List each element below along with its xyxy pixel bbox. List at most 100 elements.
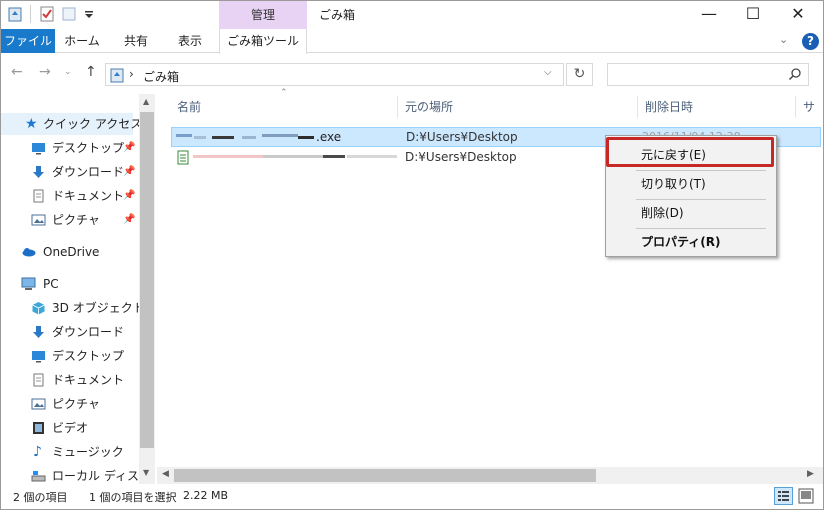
column-divider[interactable] <box>637 96 638 118</box>
column-divider[interactable] <box>795 96 796 118</box>
address-dropdown-icon[interactable]: ⌵ <box>544 67 552 78</box>
column-header-name[interactable]: 名前 <box>177 94 201 120</box>
video-icon <box>33 422 44 434</box>
expand-ribbon-icon[interactable]: ⌄ <box>779 33 788 46</box>
sidebar-item-documents-pc[interactable]: ドキュメント <box>1 369 139 391</box>
column-divider[interactable] <box>397 96 398 118</box>
maximize-button[interactable]: ☐ <box>731 1 775 29</box>
document-icon <box>33 189 44 203</box>
redacted-text <box>194 136 206 139</box>
highlight-box <box>606 137 774 167</box>
manage-context-tab[interactable]: 管理 <box>219 1 307 29</box>
redacted-text <box>323 155 345 158</box>
tab-recycle-bin-tools[interactable]: ごみ箱ツール <box>219 29 307 54</box>
file-name-extension: .exe <box>316 130 342 144</box>
menu-separator <box>636 199 766 200</box>
breadcrumb[interactable]: ごみ箱 <box>143 68 179 85</box>
large-icons-view-icon[interactable] <box>798 488 814 504</box>
sidebar-item-documents[interactable]: ドキュメント 📌 <box>1 185 139 207</box>
redacted-text <box>242 136 256 139</box>
column-header-size[interactable]: サイ <box>803 94 823 140</box>
customize-toolbar-icon[interactable] <box>81 6 97 22</box>
sidebar-item-onedrive[interactable]: OneDrive <box>1 241 139 263</box>
sidebar-item-3d-objects[interactable]: 3D オブジェクト <box>1 297 145 319</box>
redacted-text <box>263 155 323 158</box>
computer-icon <box>21 277 36 290</box>
download-icon <box>33 166 44 178</box>
search-icon <box>788 68 801 81</box>
search-input[interactable] <box>607 63 809 86</box>
file-icon <box>176 134 192 137</box>
tab-view[interactable]: 表示 <box>165 29 215 53</box>
forward-arrow-icon[interactable]: → <box>39 64 51 80</box>
redacted-text <box>212 136 234 139</box>
sidebar-item-music[interactable]: ♪ ミュージック <box>1 441 139 463</box>
horizontal-scrollbar[interactable]: ◀ ▶ <box>157 467 823 484</box>
column-header-date-deleted[interactable]: 削除日時 <box>645 94 693 120</box>
file-original-location: D:¥Users¥Desktop <box>406 130 518 144</box>
recycle-bin-icon <box>110 68 124 83</box>
picture-icon <box>31 398 46 410</box>
properties-icon[interactable] <box>39 6 55 22</box>
details-view-icon <box>778 491 789 501</box>
sidebar-item-quick-access[interactable]: ★ クイック アクセス <box>1 113 142 135</box>
redacted-text <box>347 155 397 158</box>
new-folder-icon[interactable] <box>61 6 77 22</box>
title-bar: 管理 ごみ箱 — ☐ ✕ <box>1 1 823 29</box>
sidebar-item-pictures-pc[interactable]: ピクチャ <box>1 393 139 415</box>
tab-share[interactable]: 共有 <box>111 29 161 53</box>
sidebar-item-desktop-pc[interactable]: デスクトップ <box>1 345 139 367</box>
explorer-window: 管理 ごみ箱 — ☐ ✕ ファイル ホーム 共有 表示 ごみ箱ツール ⌄ ? ←… <box>0 0 824 510</box>
sidebar-scrollbar-thumb[interactable] <box>140 112 154 448</box>
toolbar-separator <box>30 5 31 23</box>
file-original-location: D:¥Users¥Desktop <box>405 150 517 164</box>
menu-item-properties[interactable]: プロパティ(R) <box>607 231 775 253</box>
item-count: 2 個の項目 <box>13 491 68 504</box>
refresh-button[interactable]: ↻ <box>566 63 593 86</box>
recycle-bin-icon[interactable] <box>7 6 23 22</box>
close-button[interactable]: ✕ <box>776 1 820 29</box>
sidebar-item-pictures[interactable]: ピクチャ 📌 <box>1 209 139 231</box>
up-arrow-icon[interactable]: ↑ <box>85 64 97 80</box>
back-arrow-icon[interactable]: ← <box>11 64 23 80</box>
pin-icon: 📌 <box>123 142 136 153</box>
text-file-icon <box>177 150 189 165</box>
cube-icon <box>32 302 45 315</box>
recent-locations-icon[interactable]: ⌄ <box>64 67 72 77</box>
sidebar-item-pc[interactable]: PC <box>1 273 139 295</box>
sidebar-item-downloads-pc[interactable]: ダウンロード <box>1 321 139 343</box>
music-icon: ♪ <box>33 444 42 460</box>
help-icon[interactable]: ? <box>802 33 819 50</box>
menu-separator <box>636 228 766 229</box>
sidebar-item-desktop[interactable]: デスクトップ 📌 <box>1 137 139 159</box>
redacted-text <box>298 136 314 139</box>
minimize-button[interactable]: — <box>687 1 731 29</box>
breadcrumb-separator-icon[interactable]: › <box>129 67 134 81</box>
sidebar-item-downloads[interactable]: ダウンロード 📌 <box>1 161 139 183</box>
horizontal-scrollbar-thumb[interactable] <box>174 469 596 482</box>
scroll-right-icon[interactable]: ▶ <box>807 469 814 479</box>
redacted-text <box>193 155 263 158</box>
address-bar[interactable]: › ごみ箱 ⌵ <box>105 63 564 86</box>
selection-count: 1 個の項目を選択 <box>89 491 177 504</box>
window-title: ごみ箱 <box>319 8 356 22</box>
column-header-original-location[interactable]: 元の場所 <box>405 94 453 120</box>
pin-icon: 📌 <box>123 214 136 225</box>
status-bar: 2 個の項目 1 個の項目を選択 2.22 MB <box>1 484 823 509</box>
menu-separator <box>636 170 766 171</box>
star-icon: ★ <box>25 116 38 132</box>
menu-item-cut[interactable]: 切り取り(T) <box>607 173 775 195</box>
tab-file[interactable]: ファイル <box>1 29 55 53</box>
menu-item-delete[interactable]: 削除(D) <box>607 202 775 224</box>
redacted-text <box>262 134 298 137</box>
sidebar-item-videos[interactable]: ビデオ <box>1 417 139 439</box>
picture-icon <box>31 214 46 226</box>
sort-ascending-icon: ⌃ <box>280 88 288 98</box>
details-view-button[interactable] <box>774 487 793 505</box>
tab-home[interactable]: ホーム <box>57 29 107 53</box>
navigation-pane: ★ クイック アクセス デスクトップ 📌 ダウンロード 📌 ドキュメント 📌 ピ… <box>1 94 155 484</box>
selection-size: 2.22 MB <box>183 489 229 502</box>
scroll-left-icon[interactable]: ◀ <box>162 469 169 479</box>
scroll-up-icon[interactable]: ▲ <box>143 97 149 106</box>
scroll-down-icon[interactable]: ▼ <box>143 468 149 477</box>
